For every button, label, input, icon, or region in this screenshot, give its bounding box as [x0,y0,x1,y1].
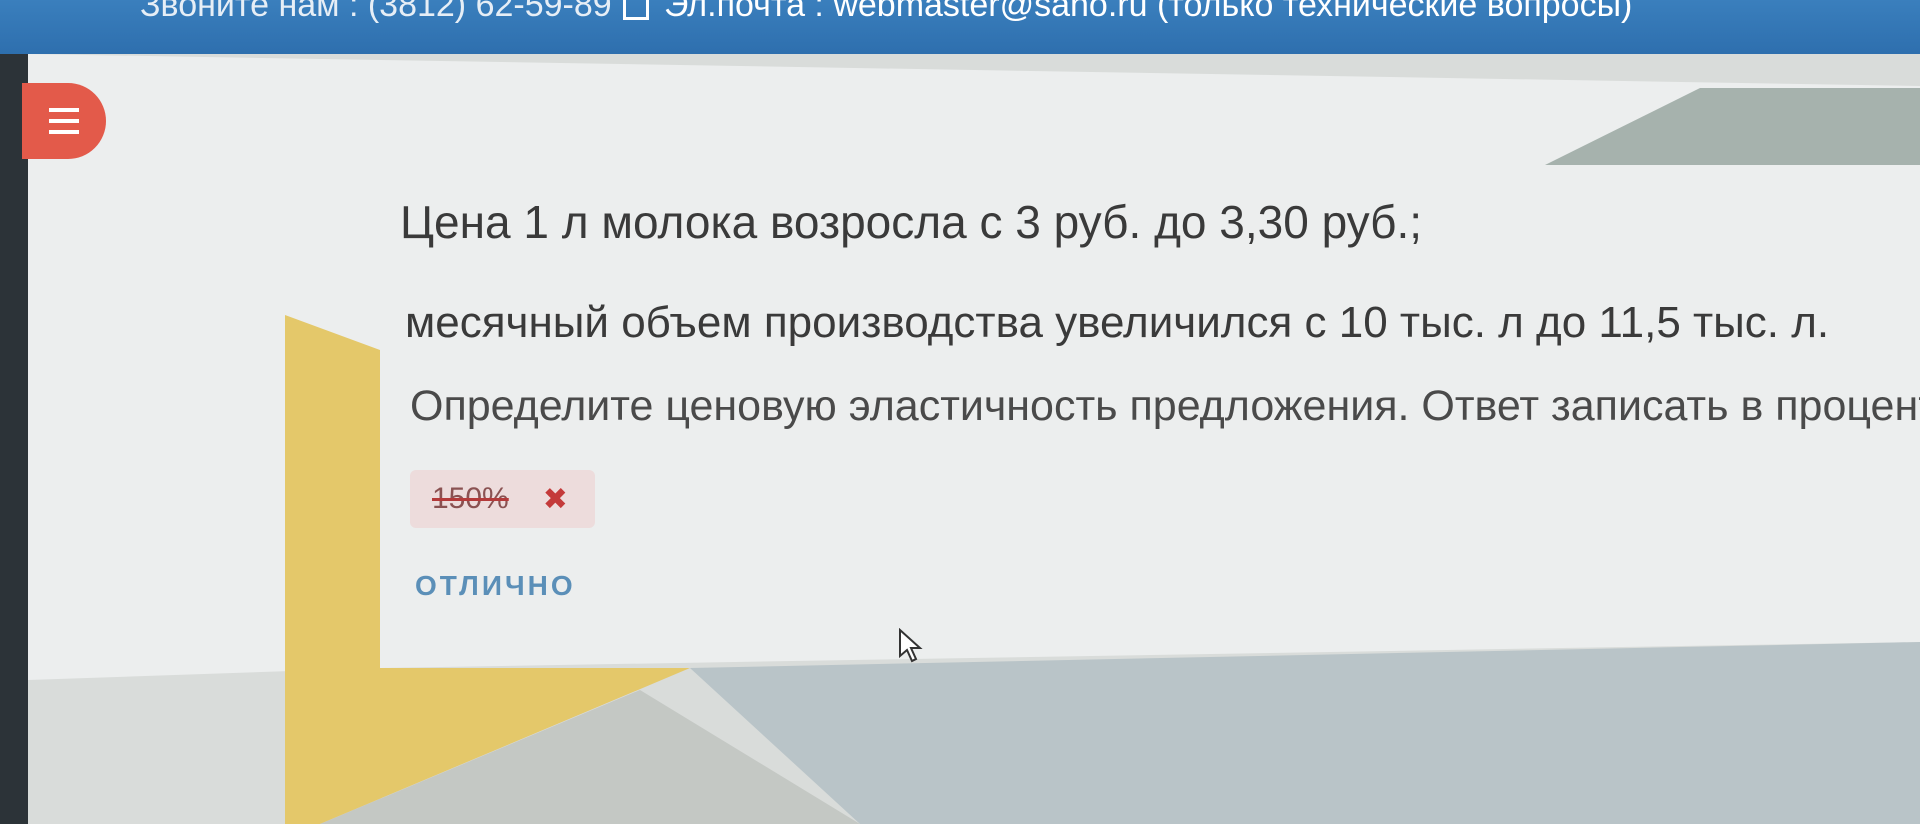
cross-icon: ✖ [542,482,568,516]
mouse-cursor-icon [899,628,923,663]
question-card: Цена 1 л молока возросла с 3 руб. до 3,3… [380,150,1920,670]
question-line-1: Цена 1 л молока возросла с 3 руб. до 3,3… [400,196,1423,248]
screen: Звоните нам : (3812) 62-59-89 Эл.почта :… [0,0,1920,824]
verdict-label: ОТЛИЧНО [415,570,576,601]
question-line-3: Определите ценовую эластичность предложе… [410,382,1920,430]
submitted-answer: 150% ✖ [410,470,595,528]
envelope-icon [623,0,649,20]
phone-text: Звоните нам : (3812) 62-59-89 [140,0,612,24]
question-line-2: месячный объем производства увеличился с… [405,298,1830,347]
list-icon [49,108,79,134]
answer-value: 150% [432,482,509,515]
email-text: Эл.почта : webmaster@sano.ru (только тех… [664,0,1633,24]
top-contact-bar: Звоните нам : (3812) 62-59-89 Эл.почта :… [0,0,1920,54]
menu-toggle-button[interactable] [22,83,106,159]
